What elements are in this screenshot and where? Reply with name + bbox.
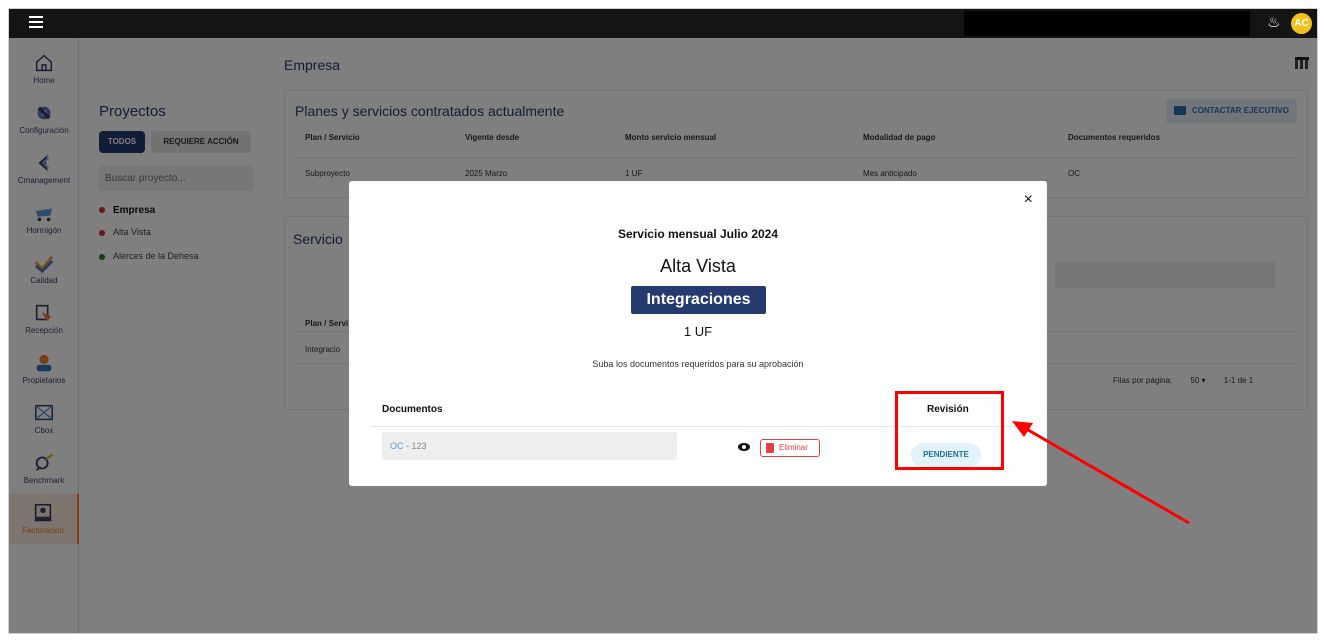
- modal-subtitle: Suba los documentos requeridos para su a…: [592, 359, 804, 369]
- close-icon[interactable]: ×: [1024, 191, 1033, 209]
- bell-icon[interactable]: ♨: [1267, 15, 1283, 31]
- trash-icon: [766, 443, 774, 453]
- avatar[interactable]: AC: [1291, 13, 1312, 34]
- delete-button[interactable]: Eliminar: [760, 439, 820, 457]
- service-badge: Integraciones: [631, 286, 766, 314]
- app-frame: ♨ AC Home Configuración Cmanagement Horm…: [8, 8, 1318, 634]
- review-header: Revisión: [927, 404, 969, 415]
- top-bar: ♨ AC: [9, 9, 1317, 38]
- modal-title: Servicio mensual Julio 2024: [617, 227, 779, 241]
- redacted-area: [964, 11, 1250, 36]
- document-type: OC: [390, 441, 404, 451]
- status-badge: PENDIENTE: [911, 443, 981, 467]
- modal-amount: 1 UF: [683, 324, 713, 339]
- document-field[interactable]: OC - 123: [382, 432, 677, 460]
- divider: [371, 426, 1025, 427]
- eye-icon[interactable]: [738, 443, 750, 451]
- document-number: 123: [411, 441, 427, 451]
- modal-project-name: Alta Vista: [660, 256, 736, 276]
- document-separator: -: [403, 441, 412, 451]
- documents-header: Documentos: [382, 404, 443, 415]
- menu-icon[interactable]: [29, 16, 43, 30]
- service-modal: × Servicio mensual Julio 2024 Alta Vista…: [349, 181, 1047, 486]
- delete-label: Eliminar: [779, 443, 808, 452]
